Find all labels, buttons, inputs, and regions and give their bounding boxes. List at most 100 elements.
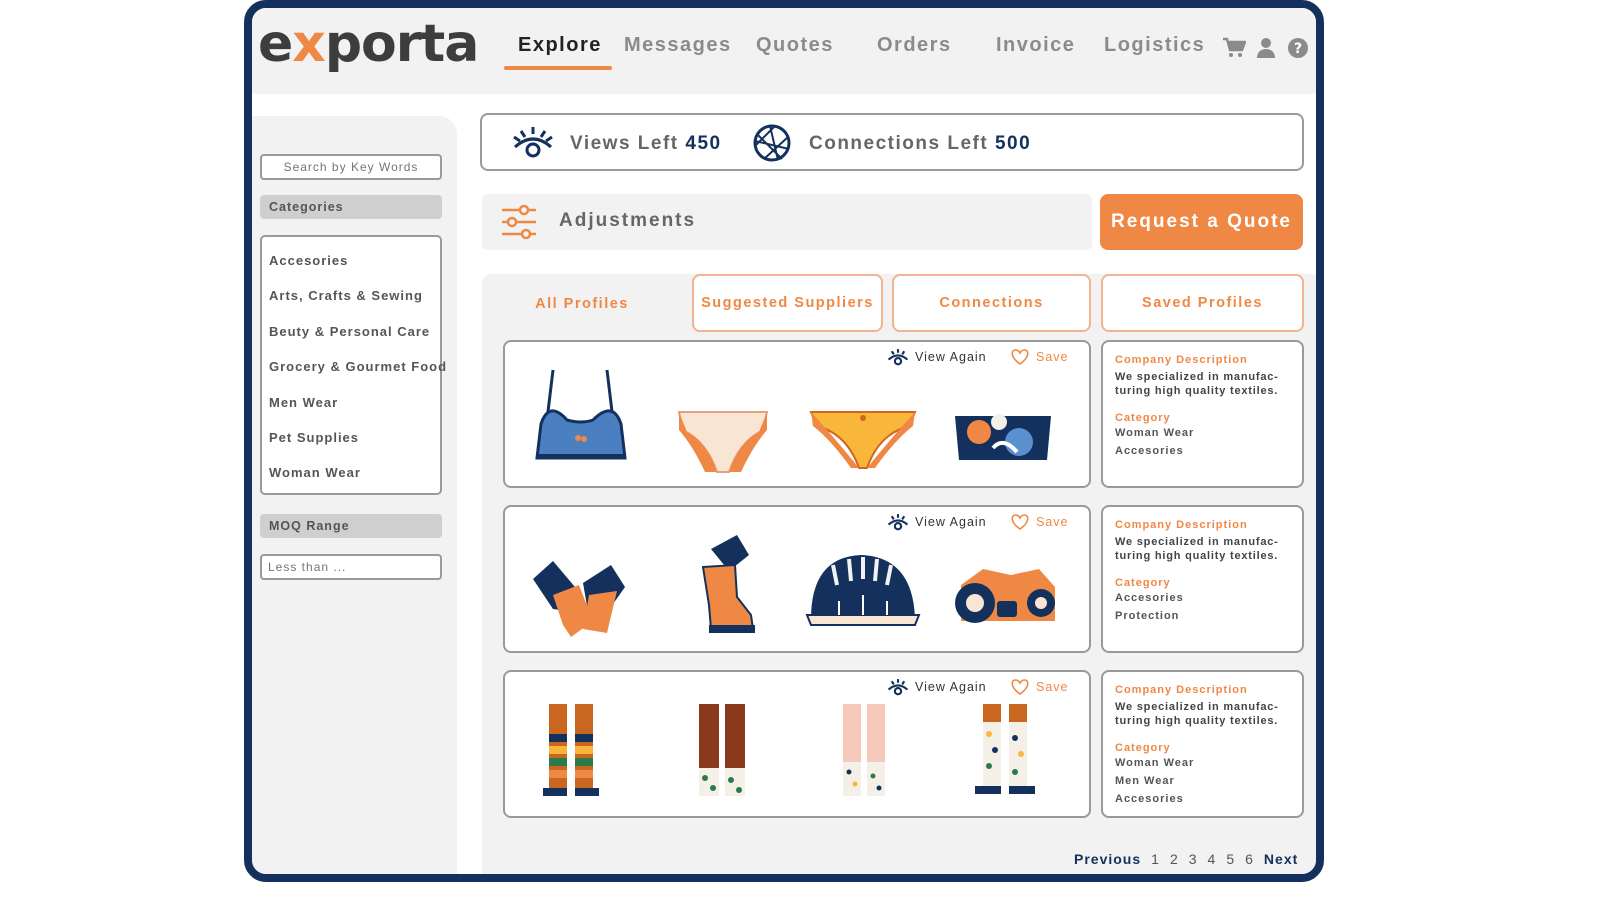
description-line: turing high quality textiles. <box>1115 385 1279 397</box>
pink-dotted-socks-image[interactable] <box>803 690 923 808</box>
description-line: We specialized in manufac- <box>1115 536 1279 548</box>
supplier-card[interactable]: View Again Save <box>503 340 1091 488</box>
top-icons: ? <box>1222 36 1310 60</box>
tab-saved-profiles[interactable]: Saved Profiles <box>1101 274 1304 332</box>
briefs-image[interactable] <box>663 360 783 478</box>
page-link[interactable]: 1 <box>1151 851 1160 867</box>
category-tag: Men Wear <box>1115 775 1175 787</box>
logo-text-x: x <box>292 14 326 74</box>
tab-all-profiles[interactable]: All Profiles <box>482 274 682 334</box>
nav-active-indicator <box>504 66 612 70</box>
category-tag: Accesories <box>1115 793 1184 805</box>
thong-image[interactable] <box>803 360 923 478</box>
company-description-card: Company Description We specialized in ma… <box>1101 340 1304 488</box>
category-tag: Accesories <box>1115 445 1184 457</box>
leopard-socks-image[interactable] <box>663 690 783 808</box>
category-list: Accesories Arts, Crafts & Sewing Beuty &… <box>260 235 446 495</box>
nav-logistics[interactable]: Logistics <box>1104 34 1205 57</box>
category-tag: Woman Wear <box>1115 427 1195 439</box>
product-gallery <box>523 360 1073 478</box>
company-description-card: Company Description We specialized in ma… <box>1101 670 1304 818</box>
product-gallery <box>523 525 1073 643</box>
adjustments-bar[interactable]: Adjustments <box>482 194 1092 250</box>
category-tag: Woman Wear <box>1115 757 1195 769</box>
moq-range-header[interactable]: MOQ Range <box>260 514 442 538</box>
keyword-search-input[interactable] <box>260 154 442 180</box>
usage-stats: Views Left 450 Connections Left 500 <box>480 113 1304 171</box>
category-item[interactable]: Arts, Crafts & Sewing <box>269 288 423 303</box>
globe-icon <box>752 123 792 168</box>
nav-explore[interactable]: Explore <box>504 34 612 70</box>
nav-quotes[interactable]: Quotes <box>756 34 834 57</box>
top-bar: exporta Explore Messages Quotes Orders I… <box>252 8 1316 94</box>
svg-text:?: ? <box>1294 41 1302 57</box>
nav-messages[interactable]: Messages <box>624 34 732 57</box>
previous-page-link[interactable]: Previous <box>1074 851 1141 867</box>
page-link[interactable]: 6 <box>1245 851 1254 867</box>
supplier-card[interactable]: View Again Save <box>503 505 1091 653</box>
product-gallery <box>523 690 1073 808</box>
category-item[interactable]: Beuty & Personal Care <box>269 324 430 339</box>
page-link[interactable]: 3 <box>1189 851 1198 867</box>
company-description-heading: Company Description <box>1115 519 1248 531</box>
description-line: We specialized in manufac- <box>1115 371 1279 383</box>
page-link[interactable]: 2 <box>1170 851 1179 867</box>
user-icon[interactable] <box>1254 36 1278 60</box>
pagination: Previous 1 2 3 4 5 6 Next <box>1074 851 1298 867</box>
sliders-icon <box>500 204 538 245</box>
bra-image[interactable] <box>523 360 643 478</box>
hard-hat-image[interactable] <box>803 525 923 643</box>
tab-connections[interactable]: Connections <box>892 274 1091 332</box>
category-item[interactable]: Pet Supplies <box>269 430 359 445</box>
eye-icon <box>512 125 554 164</box>
company-description-card: Company Description We specialized in ma… <box>1101 505 1304 653</box>
app-logo[interactable]: exporta <box>258 14 480 74</box>
category-tag: Protection <box>1115 610 1180 622</box>
company-description-text: We specialized in manufac- turing high q… <box>1115 700 1290 728</box>
connections-left-value: 500 <box>994 133 1032 154</box>
category-item[interactable]: Accesories <box>269 253 348 268</box>
categories-header[interactable]: Categories <box>260 195 442 219</box>
dotted-socks-image[interactable] <box>943 690 1063 808</box>
company-description-text: We specialized in manufac- turing high q… <box>1115 370 1290 398</box>
boots-image[interactable] <box>663 525 783 643</box>
category-heading: Category <box>1115 742 1171 754</box>
logo-text-start: e <box>258 14 293 74</box>
views-left-value: 450 <box>685 133 722 154</box>
connections-left-stat: Connections Left 500 <box>809 133 1031 155</box>
description-line: turing high quality textiles. <box>1115 715 1279 727</box>
moq-input[interactable] <box>260 554 442 580</box>
adjustments-label: Adjustments <box>559 210 697 231</box>
company-description-text: We specialized in manufac- turing high q… <box>1115 535 1290 563</box>
supplier-card[interactable]: View Again Save <box>503 670 1091 818</box>
tab-suggested-suppliers[interactable]: Suggested Suppliers <box>692 274 883 332</box>
category-list: Woman Wear Accesories <box>1115 424 1290 460</box>
category-tag: Accesories <box>1115 592 1184 604</box>
category-item[interactable]: Men Wear <box>269 395 338 410</box>
nav-invoice[interactable]: Invoice <box>996 34 1075 57</box>
category-item[interactable]: Grocery & Gourmet Food <box>269 359 447 374</box>
cart-icon[interactable] <box>1222 36 1246 60</box>
next-page-link[interactable]: Next <box>1264 851 1298 867</box>
company-description-heading: Company Description <box>1115 354 1248 366</box>
page-link[interactable]: 4 <box>1208 851 1217 867</box>
nav-orders[interactable]: Orders <box>877 34 952 57</box>
category-list: Accesories Protection <box>1115 589 1290 625</box>
views-left-stat: Views Left 450 <box>570 133 722 155</box>
page-link[interactable]: 5 <box>1226 851 1235 867</box>
category-heading: Category <box>1115 412 1171 424</box>
logo-text-end: porta <box>324 14 480 74</box>
request-quote-button[interactable]: Request a Quote <box>1100 194 1303 250</box>
views-left-label: Views Left <box>570 133 679 154</box>
category-heading: Category <box>1115 577 1171 589</box>
description-line: turing high quality textiles. <box>1115 550 1279 562</box>
striped-socks-image[interactable] <box>523 690 643 808</box>
respirator-image[interactable] <box>943 525 1063 643</box>
category-item[interactable]: Woman Wear <box>269 465 361 480</box>
help-icon[interactable]: ? <box>1286 36 1310 60</box>
connections-left-label: Connections Left <box>809 133 989 154</box>
gloves-image[interactable] <box>523 525 643 643</box>
nav-explore-label: Explore <box>518 34 602 56</box>
company-description-heading: Company Description <box>1115 684 1248 696</box>
bandeau-top-image[interactable] <box>943 360 1063 478</box>
